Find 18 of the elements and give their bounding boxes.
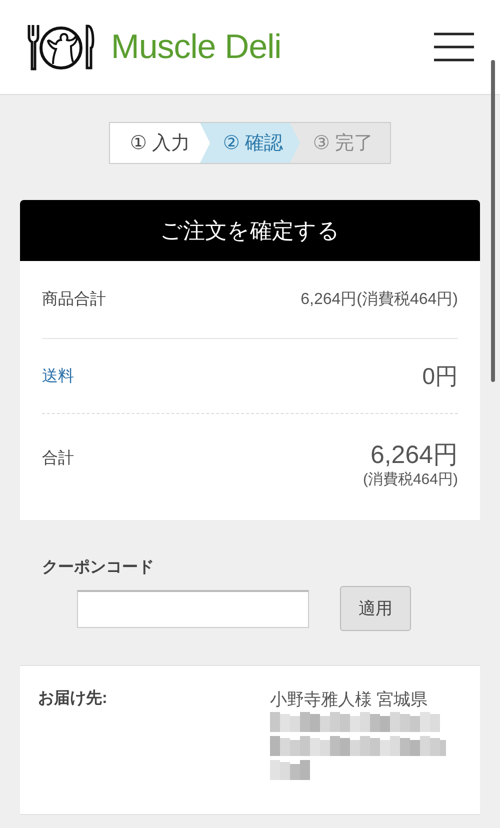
coupon-label: クーポンコード [42, 558, 154, 578]
summary-amount: 0円 [422, 362, 458, 390]
summary-amount: 6,264円(消費税464円) [300, 290, 458, 310]
coupon-input-field[interactable] [77, 590, 309, 628]
delivery-label: お届け先: [38, 688, 108, 709]
recipient-address: 小野寺雅人様 宮城県 [270, 689, 428, 711]
logo-icon [26, 22, 96, 72]
summary-label: 商品合計 [42, 290, 106, 310]
progress-step: ① 入力 [110, 123, 210, 163]
summary-label: 合計 [42, 448, 74, 469]
menu-icon[interactable] [434, 31, 474, 63]
progress-step: ② 確認 [200, 123, 300, 163]
apply-button[interactable]: 適用 [340, 586, 411, 631]
summary-amount: 6,264円 [370, 442, 458, 468]
tax-note: (消費税464円) [362, 470, 458, 489]
shipping-link[interactable]: 送料 [42, 366, 74, 386]
scrollbar[interactable] [491, 60, 495, 382]
confirm-order-button[interactable]: ご注文を確定する [20, 200, 480, 261]
